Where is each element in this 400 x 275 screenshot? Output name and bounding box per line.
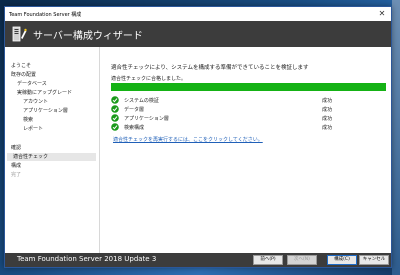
readiness-panel: 適合性チェックにより、システムを構成する準備ができていることを検証します 適合性…	[101, 47, 391, 253]
check-name: アプリケーション層	[124, 116, 169, 122]
title-bar: Team Foundation Server 構成 ✕	[5, 7, 391, 21]
close-icon[interactable]: ✕	[377, 9, 387, 19]
nav-step-search[interactable]: 検索	[23, 116, 33, 124]
nav-step-readiness-checks[interactable]: 適合性チェック	[7, 153, 96, 161]
check-name: データ層	[124, 107, 145, 113]
rerun-checks-link[interactable]: 適合性チェックを再実行するには、ここをクリックしてください。	[113, 136, 263, 143]
cancel-button[interactable]: キャンセル	[359, 255, 389, 265]
success-check-icon	[111, 114, 119, 122]
check-row: データ層 成功	[111, 105, 386, 114]
success-check-icon	[111, 96, 119, 104]
progress-bar-fill	[111, 83, 386, 91]
check-status: 成功	[322, 116, 333, 122]
nav-step-welcome[interactable]: ようこそ	[11, 62, 31, 70]
previous-button[interactable]: 前へ(P)	[253, 255, 283, 265]
nav-step-review[interactable]: 確認	[11, 144, 21, 152]
nav-step-reporting[interactable]: レポート	[23, 125, 43, 133]
check-status: 成功	[322, 107, 333, 113]
page-description: 適合性チェックにより、システムを構成する準備ができていることを検証します	[111, 65, 309, 71]
next-button: 次へ(N)	[287, 255, 317, 265]
progress-status-text: 適合性チェックに合格しました。	[111, 76, 187, 82]
nav-step-existing-deployment[interactable]: 既存の配置	[11, 71, 36, 79]
window-title: Team Foundation Server 構成	[9, 11, 82, 18]
check-status: 成功	[322, 125, 333, 131]
nav-step-complete: 完了	[11, 172, 22, 178]
check-status: 成功	[322, 98, 333, 104]
check-row: システムの検証 成功	[111, 96, 386, 105]
product-name: Team Foundation Server 2018 Update 3	[17, 255, 157, 263]
wizard-window: Team Foundation Server 構成 ✕ サーバー構成ウィザード …	[4, 6, 392, 268]
wizard-steps-nav: ようこそ 既存の配置 データベース 実稼動にアップグレード アカウント アプリケ…	[5, 47, 100, 253]
success-check-icon	[111, 105, 119, 113]
nav-step-database[interactable]: データベース	[17, 80, 47, 88]
server-wizard-icon	[12, 26, 27, 42]
check-name: システムの検証	[124, 98, 159, 104]
progress-bar	[111, 83, 386, 91]
wizard-header: サーバー構成ウィザード	[5, 21, 391, 47]
nav-step-production-upgrade[interactable]: 実稼動にアップグレード	[17, 89, 72, 97]
configure-button[interactable]: 構成(C)	[327, 255, 357, 265]
wizard-footer: Team Foundation Server 2018 Update 3 前へ(…	[5, 253, 391, 267]
success-check-icon	[111, 123, 119, 131]
nav-step-application-tier[interactable]: アプリケーション層	[23, 107, 68, 115]
desktop-background	[392, 0, 400, 275]
check-row: アプリケーション層 成功	[111, 114, 386, 123]
nav-step-account[interactable]: アカウント	[23, 98, 48, 106]
check-name: 検索構成	[124, 125, 145, 131]
nav-step-configure[interactable]: 構成	[11, 162, 21, 170]
check-row: 検索構成 成功	[111, 123, 386, 132]
wizard-title: サーバー構成ウィザード	[33, 30, 143, 42]
